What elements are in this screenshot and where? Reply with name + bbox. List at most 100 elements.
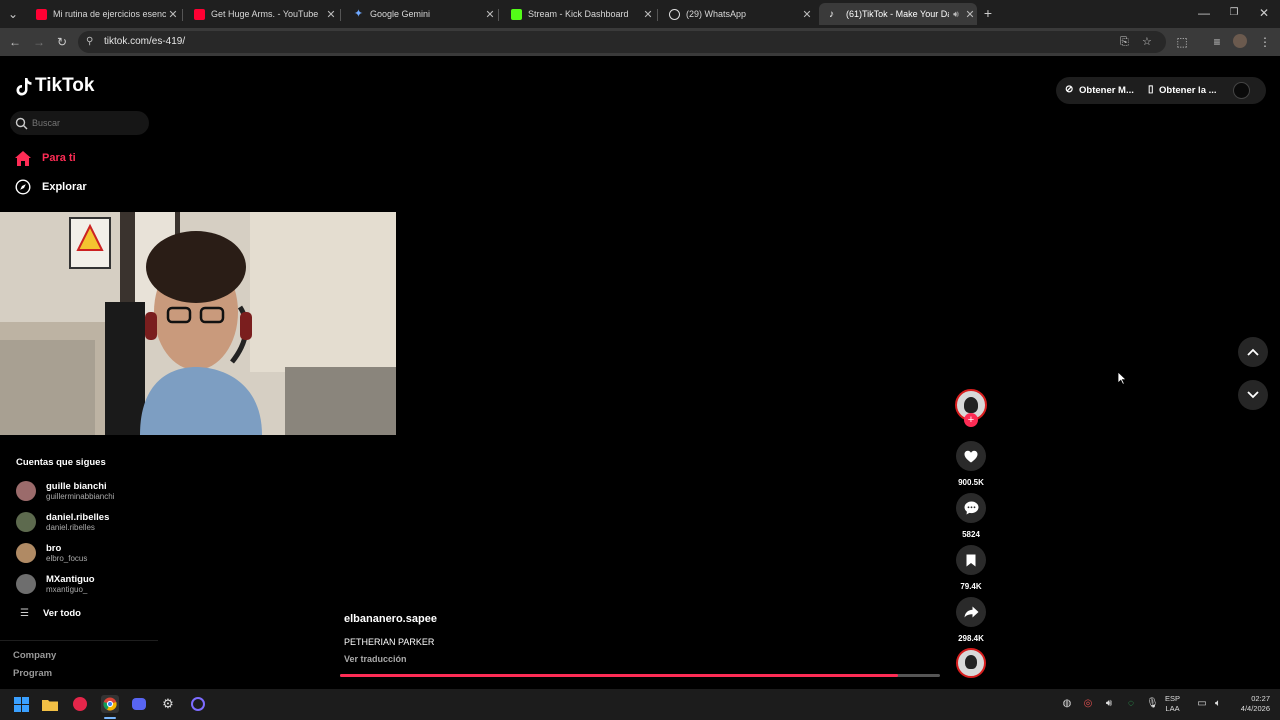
webcam-overlay: [0, 212, 396, 435]
close-tab-icon[interactable]: ✕: [166, 8, 180, 21]
tab-divider: [498, 9, 499, 21]
comment-count: 5824: [962, 530, 980, 539]
tray-network-icon[interactable]: ◌: [1125, 698, 1137, 710]
search-input[interactable]: [32, 118, 142, 128]
tab-youtube-1[interactable]: Mi rutina de ejercicios esenciale ✕: [26, 3, 180, 25]
tray-app-icon-2[interactable]: ◎: [1082, 698, 1094, 710]
close-tab-icon[interactable]: ✕: [641, 8, 655, 21]
nav-explore-label: Explorar: [42, 181, 87, 193]
webcam-person-image: [0, 212, 396, 435]
profile-avatar[interactable]: [1233, 82, 1250, 99]
follow-plus-icon[interactable]: +: [964, 413, 978, 427]
youtube-icon: [36, 8, 47, 20]
close-tab-icon[interactable]: ✕: [800, 8, 814, 21]
back-icon[interactable]: ←: [7, 34, 23, 50]
minimize-icon[interactable]: —: [1196, 5, 1212, 21]
close-tab-icon[interactable]: ✕: [483, 8, 497, 21]
comment-icon: [956, 493, 986, 523]
video-caption: PETHERIAN PARKER: [344, 637, 435, 647]
list-icon: ☰: [20, 608, 29, 619]
get-coins-button[interactable]: Obtener M...: [1079, 85, 1134, 96]
get-app-button[interactable]: Obtener la ...: [1159, 85, 1217, 96]
account-name: daniel.ribelles: [46, 512, 110, 523]
obs-icon[interactable]: [190, 696, 206, 712]
forward-icon[interactable]: →: [31, 34, 47, 50]
avatar: [16, 574, 36, 594]
file-explorer-icon[interactable]: [42, 696, 58, 712]
avatar: [16, 543, 36, 563]
tab-search-icon[interactable]: ⌄: [5, 6, 21, 22]
video-progress-bar[interactable]: [340, 674, 940, 677]
browser-tab-strip: ⌄ Mi rutina de ejercicios esenciale ✕ Ge…: [0, 0, 1280, 28]
youtube-icon: [194, 8, 205, 20]
steam-icon[interactable]: ⚙: [160, 696, 176, 712]
restore-icon[interactable]: ❐: [1226, 5, 1242, 21]
profile-avatar-icon[interactable]: [1233, 34, 1249, 50]
discord-icon[interactable]: [131, 696, 147, 712]
footer-link-program[interactable]: Program: [13, 668, 52, 679]
coin-icon: ⊘: [1065, 84, 1074, 95]
close-tab-icon[interactable]: ✕: [963, 8, 977, 21]
nav-for-you-label: Para ti: [42, 152, 76, 164]
extensions-icon[interactable]: ⬚: [1174, 34, 1190, 50]
footer-link-company[interactable]: Company: [13, 650, 56, 661]
chevron-up-icon: [1247, 348, 1259, 356]
bookmark-star-icon[interactable]: ☆: [1142, 31, 1152, 53]
tab-whatsapp[interactable]: (29) WhatsApp ✕: [659, 3, 814, 25]
search-icon: [15, 117, 28, 129]
network-icon[interactable]: ▭: [1196, 698, 1208, 710]
share-button[interactable]: 298.4K: [955, 597, 987, 643]
close-window-icon[interactable]: ✕: [1256, 5, 1272, 21]
tray-app-icon[interactable]: ◍: [1061, 698, 1073, 710]
chevron-down-icon: [1247, 391, 1259, 399]
translate-link[interactable]: Ver traducción: [344, 654, 407, 664]
account-handle: elbro_focus: [46, 554, 88, 563]
media-player-icon[interactable]: [72, 696, 88, 712]
comment-button[interactable]: 5824: [955, 493, 987, 539]
windows-start-icon[interactable]: [13, 696, 29, 712]
tab-divider: [340, 9, 341, 21]
like-button[interactable]: 900.5K: [955, 441, 987, 487]
media-controls-icon[interactable]: ≡: [1209, 34, 1225, 50]
tab-tiktok[interactable]: ♪ (61)TikTok - Make Your Day 🔊︎ ✕: [819, 3, 977, 25]
reload-icon[interactable]: ↻: [54, 34, 70, 50]
followed-account[interactable]: daniel.ribelles daniel.ribelles: [16, 512, 109, 532]
mouse-cursor-icon: [1117, 371, 1127, 385]
install-app-icon[interactable]: ⎘: [1120, 31, 1129, 53]
account-name: guille bianchi: [46, 481, 107, 492]
close-tab-icon[interactable]: ✕: [324, 8, 338, 21]
clock-time: 02:27: [1251, 694, 1270, 703]
volume-tray-icon[interactable]: 🔊︎: [1103, 698, 1115, 710]
input-language-indicator[interactable]: ESP LAA: [1165, 694, 1180, 714]
tab-kick[interactable]: Stream - Kick Dashboard ✕: [501, 3, 655, 25]
clock[interactable]: 02:27 4/4/2026: [1232, 694, 1270, 714]
chrome-menu-icon[interactable]: ⋮: [1257, 34, 1273, 50]
search-box[interactable]: [10, 111, 149, 135]
new-tab-icon[interactable]: +: [980, 5, 996, 21]
creator-avatar-button[interactable]: +: [955, 389, 987, 427]
nav-for-you[interactable]: Para ti: [15, 150, 76, 166]
tab-youtube-2[interactable]: Get Huge Arms. - YouTube ✕: [184, 3, 338, 25]
nav-explore[interactable]: Explorar: [15, 179, 87, 195]
video-author[interactable]: elbananero.sapee: [344, 613, 437, 625]
save-button[interactable]: 79.4K: [955, 545, 987, 591]
see-all-link[interactable]: ☰ Ver todo: [20, 608, 81, 619]
microphone-icon[interactable]: 🎙︎: [1146, 698, 1159, 710]
followed-account[interactable]: bro elbro_focus: [16, 543, 87, 563]
chrome-taskbar-icon[interactable]: [101, 695, 119, 713]
tab-gemini[interactable]: ✦ Google Gemini ✕: [343, 3, 497, 25]
account-handle: daniel.ribelles: [46, 523, 95, 532]
account-handle: guillerminabbianchi: [46, 492, 115, 501]
address-bar[interactable]: ⚲ tiktok.com/es-419/ ⎘ ☆: [78, 31, 1166, 53]
music-disc-button[interactable]: [955, 648, 987, 678]
followed-account[interactable]: guille bianchi guillerminabbianchi: [16, 481, 114, 501]
followed-account[interactable]: MXantiguo mxantiguo_: [16, 574, 95, 594]
tiktok-logo[interactable]: TikTok: [16, 75, 94, 97]
account-handle: mxantiguo_: [46, 585, 88, 594]
previous-video-button[interactable]: [1238, 337, 1268, 367]
next-video-button[interactable]: [1238, 380, 1268, 410]
speaker-icon[interactable]: 🔊︎: [949, 9, 963, 20]
see-all-label: Ver todo: [42, 608, 81, 619]
site-info-icon[interactable]: ⚲: [86, 31, 93, 53]
speaker-icon[interactable]: 🔈︎: [1212, 698, 1224, 710]
